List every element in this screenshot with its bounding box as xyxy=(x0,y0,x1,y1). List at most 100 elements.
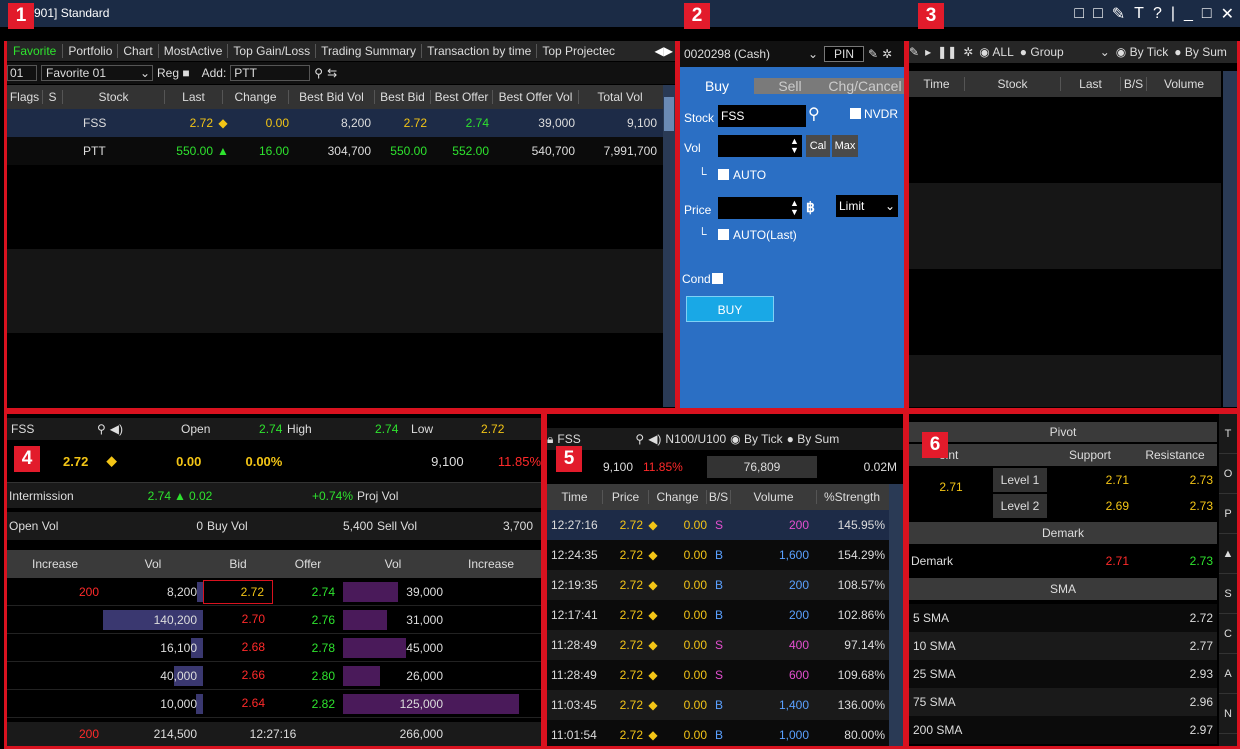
depth-row[interactable]: 10,000 2.64 2.82 125,000 xyxy=(7,690,541,718)
scroll-thumb[interactable] xyxy=(664,97,674,131)
side-tab[interactable]: S xyxy=(1219,574,1237,614)
intermission-change: 0.02 xyxy=(189,488,213,503)
ticker-scrollbar[interactable] xyxy=(1223,71,1237,407)
all-radio[interactable]: ◉ ALL xyxy=(979,45,1014,59)
side-tab[interactable]: A xyxy=(1219,654,1237,694)
up-arrow-icon: ▲ xyxy=(174,488,186,503)
group-select-chevron-icon[interactable]: ⌄ xyxy=(1100,45,1110,59)
account-select[interactable]: 0020298 (Cash) ⌄ xyxy=(680,47,820,61)
symbol-input[interactable]: FSS xyxy=(7,422,97,436)
side-tab[interactable]: ▲ xyxy=(1219,534,1237,574)
play-icon[interactable]: ▸ xyxy=(925,45,931,59)
change-cell: 16.00 xyxy=(258,144,289,158)
ts-row[interactable]: 11:28:49 2.72 ◆ 0.00 S 600 109.68% xyxy=(547,660,889,690)
swap-icon[interactable]: ⇆ xyxy=(327,66,337,80)
ts-row[interactable]: 11:03:45 2.72 ◆ 0.00 B 1,400 136.00% xyxy=(547,690,889,720)
by-sum-radio[interactable]: ● By Sum xyxy=(1174,45,1227,59)
ts-bs: B xyxy=(714,608,723,622)
ts-scrollbar[interactable] xyxy=(889,484,903,746)
help-icon[interactable]: ? xyxy=(1153,5,1162,23)
tab-buy[interactable]: Buy xyxy=(680,78,754,94)
depth-row[interactable]: 200 8,200 2.72 2.74 39,000 xyxy=(7,578,541,606)
auto-last-checkbox[interactable] xyxy=(718,229,729,240)
group-radio[interactable]: ● Group xyxy=(1020,45,1064,59)
by-tick-radio[interactable]: ◉ By Tick xyxy=(1116,45,1168,59)
baht-icon[interactable]: ฿ xyxy=(806,199,815,216)
tab-transaction-by-time[interactable]: Transaction by time xyxy=(422,44,538,58)
ts-row[interactable]: 12:27:16 2.72 ◆ 0.00 S 200 145.95% xyxy=(547,510,889,540)
max-button[interactable]: Max xyxy=(832,135,858,157)
stock-input[interactable]: FSS xyxy=(718,105,806,127)
ts-row[interactable]: 11:28:49 2.72 ◆ 0.00 S 400 97.14% xyxy=(547,630,889,660)
minimize-icon[interactable]: _ xyxy=(1184,5,1193,23)
side-tab[interactable]: O xyxy=(1219,454,1237,494)
pen-icon[interactable]: ✎ xyxy=(1112,4,1125,24)
tab-chart[interactable]: Chart xyxy=(118,44,159,58)
cal-button[interactable]: Cal xyxy=(806,135,830,157)
gear-icon[interactable]: ✲ xyxy=(963,45,973,59)
price-stepper[interactable]: ▲ ▼ xyxy=(790,199,799,217)
cond-checkbox[interactable] xyxy=(712,273,723,284)
pause-icon[interactable]: ❚❚ xyxy=(937,45,957,59)
ts-row[interactable]: 12:17:41 2.72 ◆ 0.00 B 200 102.86% xyxy=(547,600,889,630)
speaker-icon[interactable]: ◀) xyxy=(110,422,123,436)
col-volume: Volume xyxy=(731,490,817,504)
buy-button[interactable]: BUY xyxy=(686,296,774,322)
high-label: High xyxy=(287,422,312,436)
speaker-icon[interactable]: ◀) xyxy=(648,432,661,446)
depth-row[interactable]: 16,100 2.68 2.78 45,000 xyxy=(7,634,541,662)
table-row[interactable]: FSS 2.72 ◆ 0.00 8,200 2.72 2.74 39,000 9… xyxy=(7,109,663,137)
reg-select[interactable]: Reg ■ xyxy=(157,66,190,80)
side-tab[interactable]: T xyxy=(1219,414,1237,454)
pin-field[interactable]: PIN xyxy=(824,46,864,62)
float-window-icon[interactable]: □ xyxy=(1093,5,1103,23)
nvdr-checkbox[interactable] xyxy=(850,108,861,119)
lock-icon[interactable]: 🔒︎ xyxy=(547,432,553,447)
add-stock-input[interactable]: PTT xyxy=(230,65,311,81)
tab-sell[interactable]: Sell xyxy=(754,78,826,94)
tab-portfolio[interactable]: Portfolio xyxy=(63,44,119,58)
search-icon[interactable]: ⚲ xyxy=(635,432,644,446)
ts-time: 11:28:49 xyxy=(551,638,597,652)
maximize-icon[interactable]: □ xyxy=(1202,5,1212,23)
pen-icon[interactable]: ✎ xyxy=(909,45,919,59)
search-icon[interactable]: ⚲ xyxy=(314,66,323,80)
side-tab[interactable]: C xyxy=(1219,614,1237,654)
col-change: Change xyxy=(223,90,289,104)
best-bid-vol-cell: 8,200 xyxy=(340,116,371,130)
ts-volume: 200 xyxy=(788,518,809,532)
ts-row[interactable]: 12:24:35 2.72 ◆ 0.00 B 1,600 154.29% xyxy=(547,540,889,570)
by-tick-radio[interactable]: ◉ By Tick xyxy=(730,432,782,446)
side-tab[interactable]: P xyxy=(1219,494,1237,534)
ts-row[interactable]: 11:01:54 2.72 ◆ 0.00 B 1,000 80.00% xyxy=(547,720,889,746)
close-icon[interactable]: ✕ xyxy=(1221,4,1234,24)
tab-trading-summary[interactable]: Trading Summary xyxy=(316,44,423,58)
tab-favorite[interactable]: Favorite xyxy=(7,44,64,58)
favorite-scrollbar[interactable] xyxy=(663,85,675,407)
gear-icon[interactable]: ✲ xyxy=(882,47,892,61)
ts-row[interactable]: 12:19:35 2.72 ◆ 0.00 B 200 108.57% xyxy=(547,570,889,600)
depth-row[interactable]: 40,000 2.66 2.80 26,000 xyxy=(7,662,541,690)
price-type-select[interactable]: Limit ⌄ xyxy=(836,195,898,217)
by-sum-radio[interactable]: ● By Sum xyxy=(787,432,840,446)
vol-stepper[interactable]: ▲ ▼ xyxy=(790,137,799,155)
pin-window-icon[interactable]: □ xyxy=(1074,5,1084,23)
favorite-name-select[interactable]: Favorite 01 ⌄ xyxy=(41,65,153,81)
tab-top-gain-loss[interactable]: Top Gain/Loss xyxy=(228,44,317,58)
depth-row[interactable]: 140,200 2.70 2.76 31,000 xyxy=(7,606,541,634)
table-row[interactable]: PTT 550.00 ▲ 16.00 304,700 550.00 552.00… xyxy=(7,137,663,165)
auto-checkbox[interactable] xyxy=(718,169,729,180)
best-bid-vol-cell: 304,700 xyxy=(327,144,371,158)
search-icon[interactable]: ⚲ xyxy=(808,104,820,124)
tab-mostactive[interactable]: MostActive xyxy=(159,44,229,58)
tab-scroll-arrows[interactable]: ◀▶ xyxy=(655,44,673,58)
favorite-number-field[interactable]: 01 xyxy=(7,65,37,81)
price-label: Price xyxy=(684,203,712,217)
tab-chg-cancel[interactable]: Chg/Cancel xyxy=(826,78,904,94)
side-tab[interactable]: N xyxy=(1219,694,1237,734)
ts-symbol-input[interactable]: FSS xyxy=(557,432,631,446)
text-icon[interactable]: T xyxy=(1134,5,1144,23)
search-icon[interactable]: ⚲ xyxy=(97,422,106,436)
pen-icon[interactable]: ✎ xyxy=(868,47,878,61)
tab-top-projected[interactable]: Top Projectec xyxy=(537,44,620,58)
